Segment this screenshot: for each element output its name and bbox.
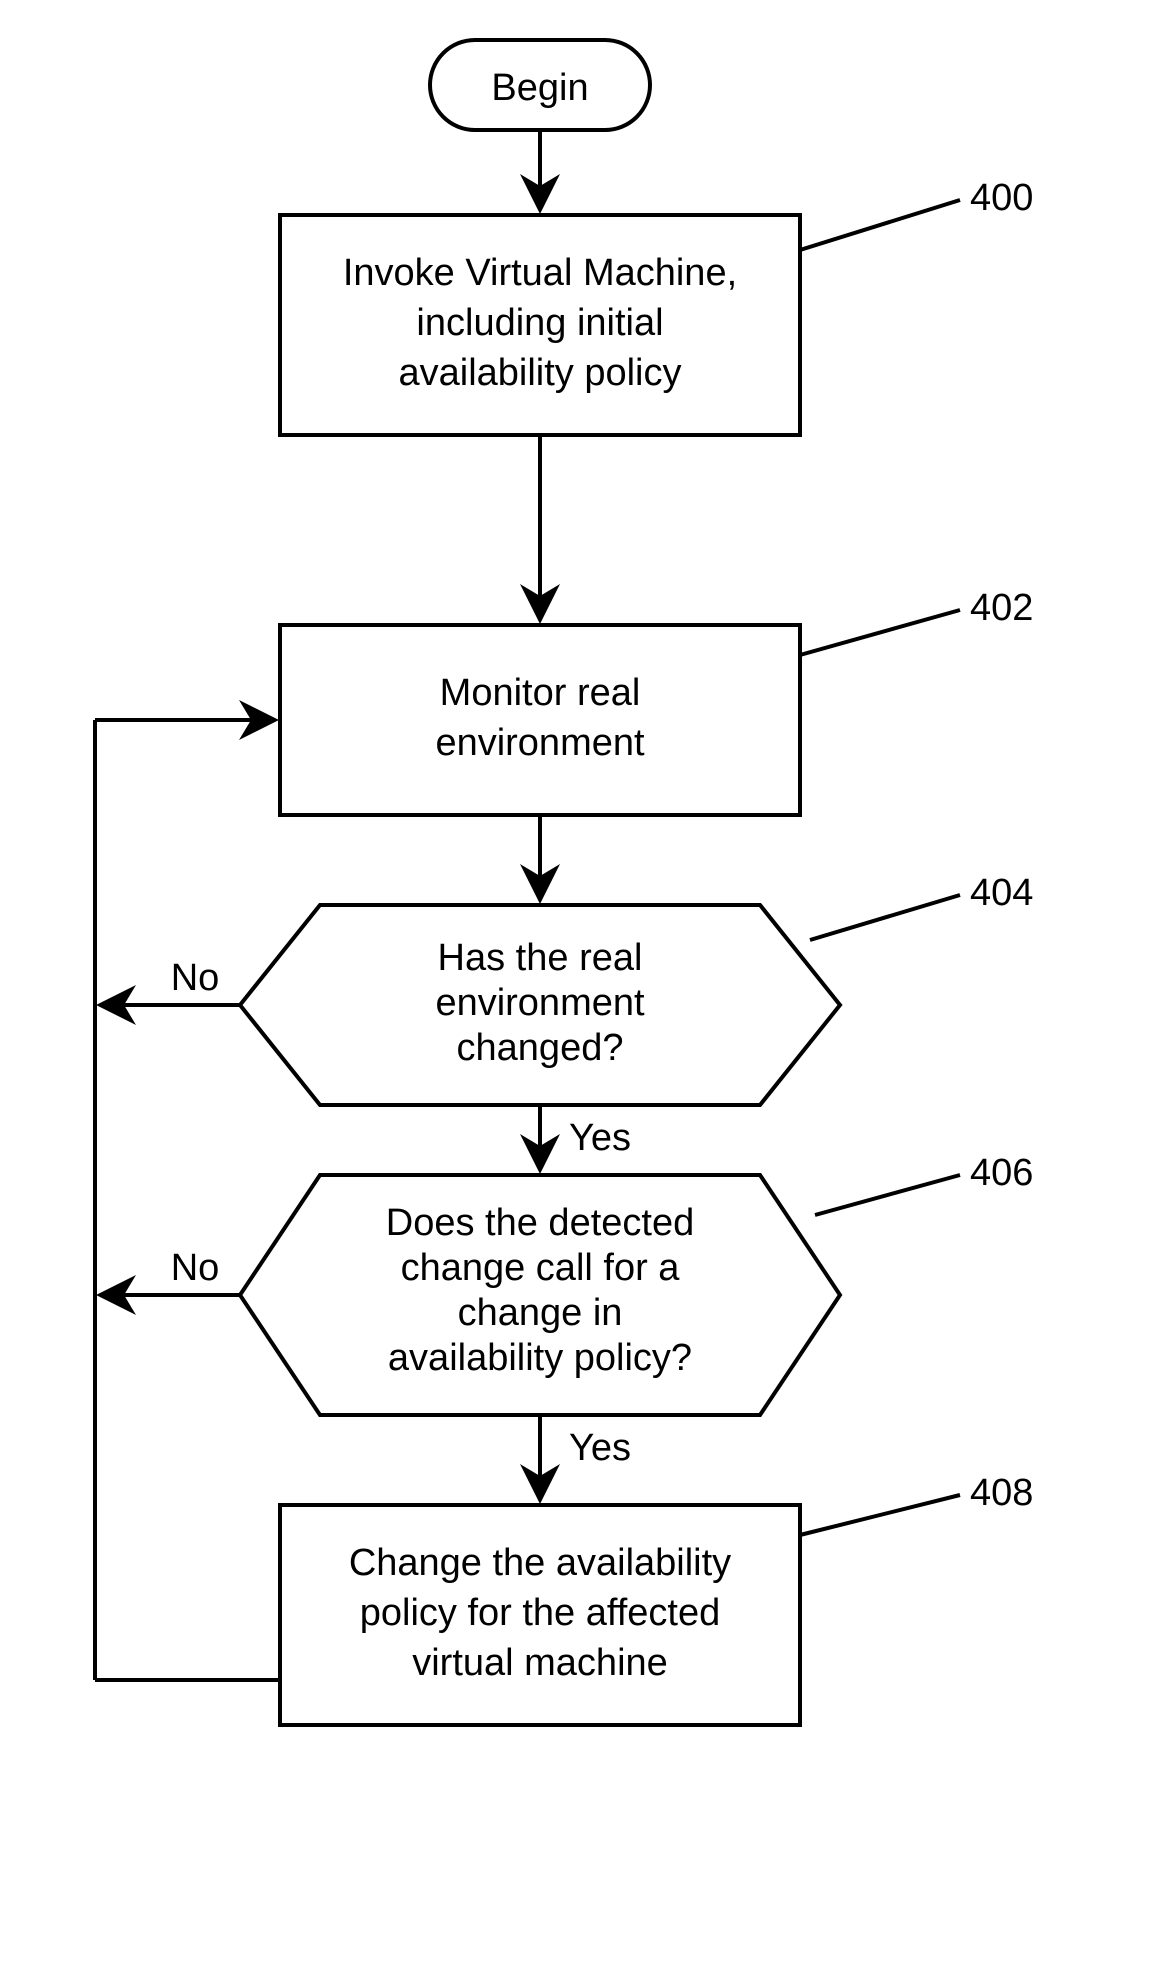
step-404-line1: Has the real xyxy=(438,937,643,979)
step-402: Monitor real environment xyxy=(280,625,800,815)
ref-402: 402 xyxy=(970,587,1033,629)
ref-leader-408 xyxy=(800,1495,960,1535)
flowchart: Begin Invoke Virtual Machine, including … xyxy=(0,0,1164,1979)
step-400-line2: including initial xyxy=(416,302,663,344)
ref-406: 406 xyxy=(970,1152,1033,1194)
ref-400: 400 xyxy=(970,177,1033,219)
ref-404: 404 xyxy=(970,872,1033,914)
step-400-line1: Invoke Virtual Machine, xyxy=(343,252,737,294)
label-406-yes: Yes xyxy=(569,1427,631,1469)
step-404-line2: environment xyxy=(435,982,645,1024)
step-408-line2: policy for the affected xyxy=(360,1592,721,1634)
step-408-line1: Change the availability xyxy=(349,1542,731,1584)
ref-leader-406 xyxy=(815,1175,960,1215)
step-402-line2: environment xyxy=(435,722,645,764)
terminator-begin: Begin xyxy=(430,40,650,130)
ref-leader-404 xyxy=(810,895,960,940)
step-400: Invoke Virtual Machine, including initia… xyxy=(280,215,800,435)
step-406-line2: change call for a xyxy=(401,1247,681,1289)
ref-408: 408 xyxy=(970,1472,1033,1514)
label-406-no: No xyxy=(171,1247,220,1289)
step-402-line1: Monitor real xyxy=(440,672,641,714)
step-404: Has the real environment changed? xyxy=(240,905,840,1105)
step-408-line3: virtual machine xyxy=(412,1642,668,1684)
ref-leader-400 xyxy=(800,200,960,250)
terminator-begin-label: Begin xyxy=(491,67,588,109)
label-404-no: No xyxy=(171,957,220,999)
label-404-yes: Yes xyxy=(569,1117,631,1159)
step-406: Does the detected change call for a chan… xyxy=(240,1175,840,1415)
step-404-line3: changed? xyxy=(457,1027,624,1069)
step-400-line3: availability policy xyxy=(398,352,681,394)
step-406-line4: availability policy? xyxy=(388,1337,692,1379)
ref-leader-402 xyxy=(800,610,960,655)
step-406-line3: change in xyxy=(458,1292,623,1334)
step-408: Change the availability policy for the a… xyxy=(280,1505,800,1725)
step-406-line1: Does the detected xyxy=(386,1202,694,1244)
